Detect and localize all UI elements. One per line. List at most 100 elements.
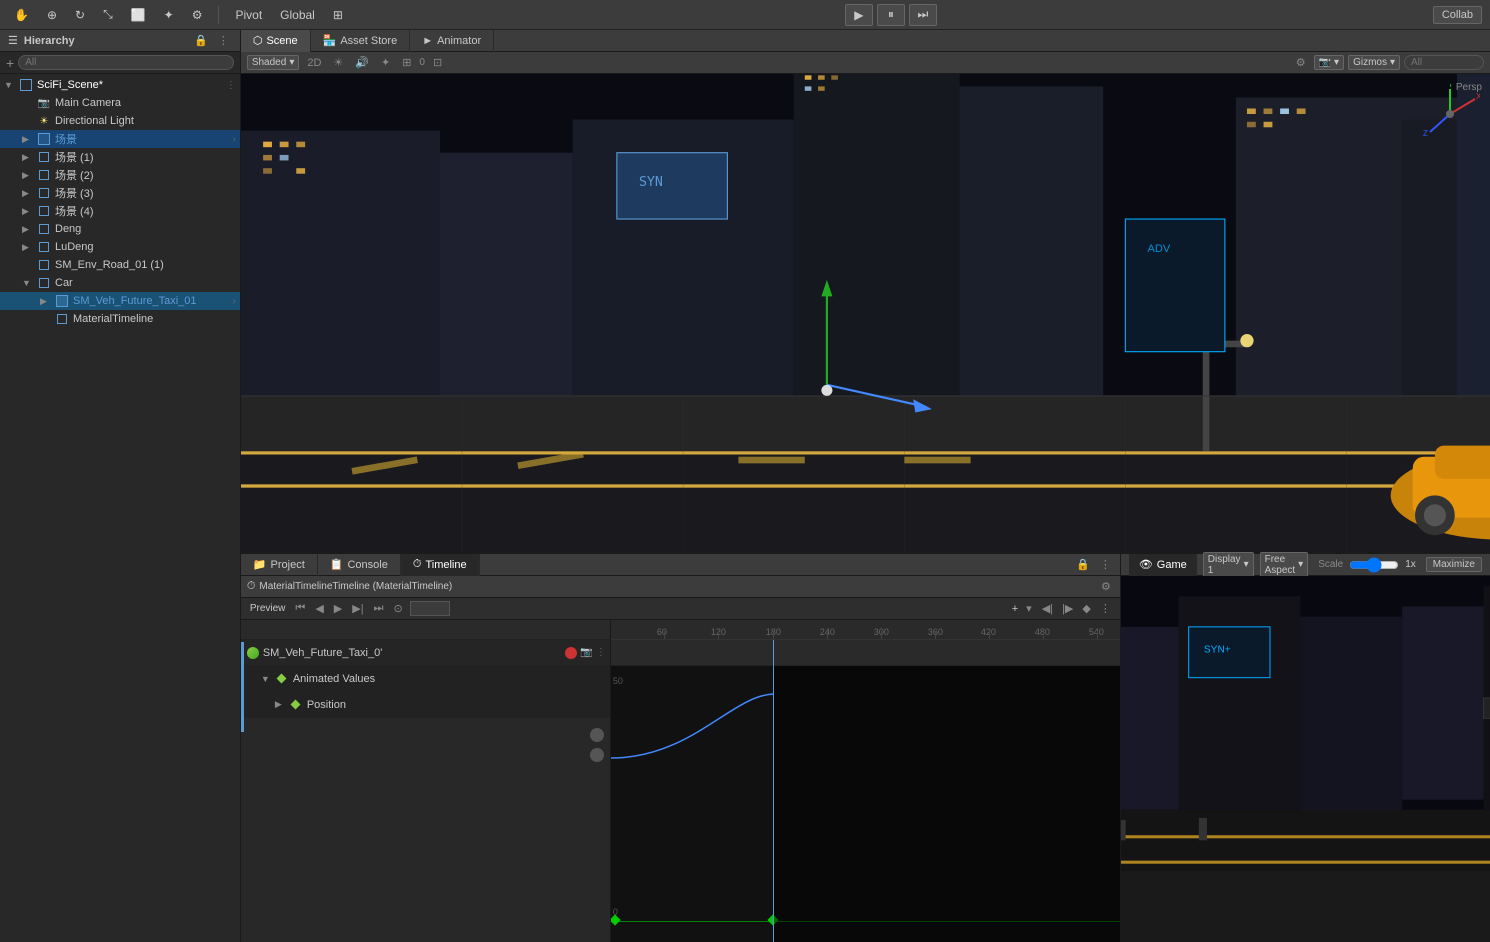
hierarchy-item-maincam[interactable]: 📷 Main Camera [0,94,240,112]
2d-toggle-btn[interactable]: 2D [303,56,325,70]
track-record-btn[interactable] [565,647,577,659]
global-btn[interactable]: Global [274,5,321,25]
maximize-btn[interactable]: Maximize [1426,557,1482,572]
timeline-cursor[interactable] [773,640,774,942]
tab-animator[interactable]: ► Animator [410,30,494,52]
track-smveh-buttons: 📷 ⋮ [559,647,609,659]
game-3d-view[interactable]: SYN+ TECH [1121,576,1490,942]
track-more-btn[interactable]: ⋮ [596,647,606,659]
scene-search-input[interactable] [1404,55,1484,70]
top-toolbar: ✋ ⊕ ↻ ⤡ ⬜ ✦ ⚙ Pivot Global ⊞ ▶ ⏸ ⏭ Colla… [0,0,1490,30]
track-timeline-area[interactable]: 60 120 180 240 300 360 [611,620,1120,942]
hierarchy-search-input[interactable] [18,55,234,70]
display-dropdown[interactable]: Display 1 ▾ [1203,552,1254,578]
track-item-position[interactable]: ▶ Position [241,692,610,718]
tab-timeline[interactable]: ⏱ Timeline [401,554,480,576]
hierarchy-item-scene[interactable]: ▼ SciFi_Scene* ⋮ [0,76,240,94]
arrow-icon: ▶ [22,188,36,199]
transform-tool-btn[interactable]: ✦ [158,5,180,25]
tab-project[interactable]: 📁 Project [241,554,318,576]
bottom-panel-tabs: 📁 Project 📋 Console ⏱ Timeline 🔒 ⋮ [241,554,1120,576]
custom-tool-btn[interactable]: ⚙ [186,5,209,25]
hierarchy-item-changjing1[interactable]: ▶ 场景 (1) [0,148,240,166]
scene-label: SciFi_Scene* [37,79,103,91]
hierarchy-item-smenv[interactable]: SM_Env_Road_01 (1) [0,256,240,274]
hierarchy-item-ludeng[interactable]: ▶ LuDeng [0,238,240,256]
tab-console[interactable]: 📋 Console [318,554,401,576]
gizmos-label: Gizmos [1353,57,1387,68]
smveh-more[interactable]: › [232,296,239,307]
tl-record-mode-btn[interactable]: ⊙ [390,601,405,616]
scale-tool-btn[interactable]: ⤡ [97,4,119,25]
track-item-smveh[interactable]: SM_Veh_Future_Taxi_0' 📷 ⋮ [241,640,610,666]
ruler-60: 60 [657,627,667,637]
gizmos-dropdown[interactable]: Gizmos ▾ [1348,55,1400,70]
effects-toggle-btn[interactable]: ✦ [377,55,394,70]
scene-3d-view[interactable]: SYN [241,74,1490,552]
tl-prev-key-btn[interactable]: ◀| [1039,601,1056,616]
smveh-label: SM_Veh_Future_Taxi_01 [73,295,197,307]
aspect-dropdown[interactable]: Free Aspect ▾ [1260,552,1309,578]
rotate-tool-btn[interactable]: ↻ [69,5,91,25]
scene-settings-btn[interactable]: ⚙ [1292,55,1310,70]
play-button[interactable]: ▶ [845,4,873,26]
aspect-arrow: ▾ [1298,559,1303,570]
asset-store-label: Asset Store [340,35,397,47]
timeline-right-buttons: ◀| |▶ ◆ ⋮ [1039,601,1114,616]
timeline-settings-btn[interactable]: ⚙ [1098,579,1114,594]
timeline-lock-btn[interactable]: 🔒 [1073,557,1093,572]
grid-btn[interactable]: ⊞ [327,5,349,25]
move-tool-btn[interactable]: ⊕ [41,5,63,25]
hierarchy-item-smveh[interactable]: ▶ SM_Veh_Future_Taxi_01 › [0,292,240,310]
tl-add-btn[interactable]: + [1009,602,1021,616]
tl-next-btn[interactable]: ▶| [349,601,366,616]
tl-add-key-btn[interactable]: ◆ [1079,601,1093,616]
grid-toggle-btn[interactable]: ⊡ [429,55,446,70]
hierarchy-menu-btn[interactable]: ⋮ [215,33,232,48]
hierarchy-item-changjing2[interactable]: ▶ 场景 (2) [0,166,240,184]
light-toggle-btn[interactable]: ☀ [329,55,347,70]
tab-asset-store[interactable]: 🏪 Asset Store [311,30,411,52]
timeline-menu-btn[interactable]: ⋮ [1097,557,1114,572]
tab-scene[interactable]: ⬡ Scene [241,30,311,52]
hierarchy-item-changjing3[interactable]: ▶ 场景 (3) [0,184,240,202]
scene-more-btn[interactable]: ⋮ [226,80,240,91]
scale-slider[interactable] [1349,557,1399,573]
hierarchy-item-changjing4[interactable]: ▶ 场景 (4) [0,202,240,220]
camera-dropdown[interactable]: 📷 ▾ [1314,55,1344,70]
tl-add-arrow-btn[interactable]: ▾ [1023,601,1035,616]
tl-time-field[interactable]: 0 [410,601,450,616]
tl-start-btn[interactable]: ⏮ [292,601,308,616]
track-collapse-btn[interactable] [590,728,604,742]
track-selection-bar [241,642,244,732]
hand-tool-btn[interactable]: ✋ [8,5,35,25]
hierarchy-item-changjing0[interactable]: ▶ 场景 › [0,130,240,148]
changjing0-more[interactable]: › [232,134,239,145]
game-tab-btn[interactable]: 👁 Game [1129,554,1197,576]
shading-dropdown[interactable]: Shaded ▾ [247,55,300,70]
track-capture-btn[interactable]: 📷 [580,647,592,659]
hierarchy-add-btn[interactable]: + [6,55,14,71]
overlays-toggle-btn[interactable]: ⊞ [398,55,415,70]
rect-tool-btn[interactable]: ⬜ [125,5,152,25]
audio-toggle-btn[interactable]: 🔊 [351,55,373,70]
hierarchy-item-dirlight[interactable]: ☀ Directional Light [0,112,240,130]
tl-prev-btn[interactable]: ◀ [312,601,326,616]
track-item-animated-values[interactable]: ▼ Animated Values [241,666,610,692]
pivot-btn[interactable]: Pivot [229,5,268,25]
pause-button[interactable]: ⏸ [877,4,905,26]
tl-play-btn[interactable]: ▶ [331,601,345,616]
track-collapse-btn-2[interactable] [590,748,604,762]
step-button[interactable]: ⏭ [909,4,937,26]
arrow-icon: ▼ [4,80,18,90]
tl-next-key-btn[interactable]: |▶ [1059,601,1076,616]
tl-end-btn[interactable]: ⏭ [371,601,387,616]
console-label: Console [347,559,387,571]
collab-button[interactable]: Collab [1433,6,1482,24]
tl-more-btn[interactable]: ⋮ [1097,601,1114,616]
animator-label: Animator [437,35,481,47]
hierarchy-item-mattl[interactable]: MaterialTimeline [0,310,240,328]
hierarchy-item-deng[interactable]: ▶ Deng [0,220,240,238]
hierarchy-lock-btn[interactable]: 🔒 [191,33,211,48]
hierarchy-item-car[interactable]: ▼ Car [0,274,240,292]
